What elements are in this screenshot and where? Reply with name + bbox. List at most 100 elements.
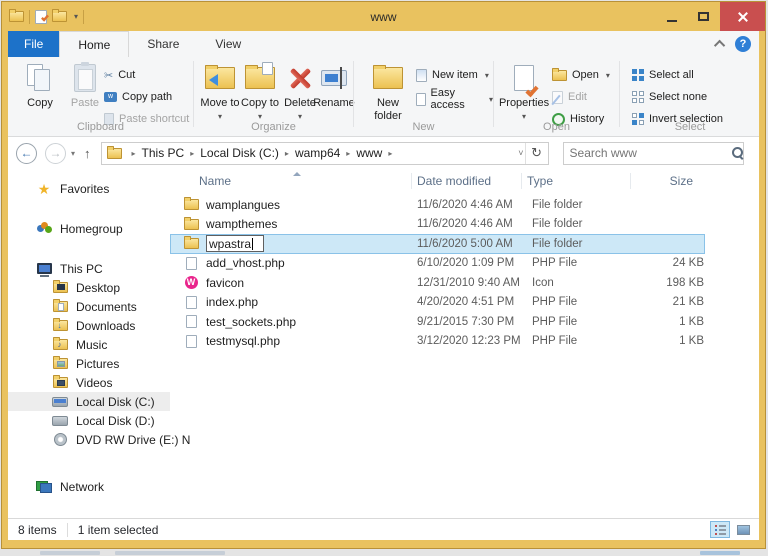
thumbnails-view-icon <box>736 524 750 535</box>
background-text-smudge <box>115 551 225 555</box>
new-folder-button[interactable]: New folder <box>366 62 410 122</box>
file-list: Name Date modified Type Size wamplangues… <box>170 169 759 518</box>
properties-quick-icon[interactable] <box>35 9 49 24</box>
new-folder-quick-icon[interactable] <box>52 9 67 22</box>
ribbon-group-open: Properties ▾ Open ▾ Edit History Open <box>494 57 619 136</box>
window-controls <box>657 2 765 31</box>
rename-input[interactable]: wpastra <box>206 235 264 253</box>
cut-icon: ✂ <box>104 69 114 82</box>
recent-locations-icon[interactable]: ▾ <box>71 149 75 158</box>
column-header-type[interactable]: Type <box>521 173 630 189</box>
file-row-testmysql[interactable]: testmysql.php 3/12/2020 12:23 PM PHP Fil… <box>170 332 705 352</box>
breadcrumb-local-disk-c[interactable]: Local Disk (C:) <box>200 146 279 160</box>
thumbnails-view-button[interactable] <box>733 521 753 538</box>
delete-icon <box>288 66 312 90</box>
close-button[interactable] <box>720 2 765 31</box>
sidebar-item-documents[interactable]: Documents <box>8 297 170 316</box>
new-folder-icon <box>373 65 403 89</box>
address-dropdown-icon[interactable]: ˅ <box>518 143 523 164</box>
background-text-smudge <box>700 551 740 555</box>
details-view-button[interactable] <box>710 521 730 538</box>
breadcrumb-this-pc[interactable]: This PC <box>142 146 185 160</box>
select-all-button[interactable]: Select all <box>632 65 694 85</box>
sidebar-item-this-pc[interactable]: This PC <box>8 259 170 278</box>
sort-ascending-icon <box>293 172 301 176</box>
sidebar-item-videos[interactable]: Videos <box>8 373 170 392</box>
file-row-wampthemes[interactable]: wampthemes 11/6/2020 4:46 AM File folder <box>170 215 705 235</box>
ribbon: Copy Paste ✂ Cut w Copy path Paste short… <box>8 57 759 137</box>
easy-access-button[interactable]: Easy access ▾ <box>416 87 493 111</box>
details-view-icon <box>714 524 726 535</box>
tab-file[interactable]: File <box>8 31 60 57</box>
copy-button[interactable]: Copy <box>18 62 62 110</box>
qat-dropdown-icon[interactable]: ▾ <box>74 12 78 21</box>
help-icon[interactable]: ? <box>735 36 751 52</box>
back-button[interactable]: ← <box>16 142 37 164</box>
breadcrumb-wamp64[interactable]: wamp64 <box>295 146 340 160</box>
sidebar-item-music[interactable]: ♪ Music <box>8 335 170 354</box>
breadcrumb-www[interactable]: www <box>356 146 382 160</box>
sidebar-item-homegroup[interactable]: Homegroup <box>8 219 170 238</box>
column-header-date-modified[interactable]: Date modified <box>411 173 526 189</box>
sidebar-item-dvd-drive[interactable]: DVD RW Drive (E:) N <box>8 430 190 449</box>
select-all-icon <box>632 69 644 81</box>
breadcrumb-separator: ▸ <box>131 148 136 158</box>
group-label-open: Open <box>543 121 570 133</box>
cut-button[interactable]: ✂ Cut <box>104 65 135 85</box>
group-label-clipboard: Clipboard <box>76 121 125 133</box>
forward-icon: → <box>49 146 62 160</box>
file-row-test-sockets[interactable]: test_sockets.php 9/21/2015 7:30 PM PHP F… <box>170 312 705 332</box>
maximize-button[interactable] <box>686 2 720 31</box>
edit-button[interactable]: Edit <box>552 87 587 107</box>
ribbon-group-clipboard: Copy Paste ✂ Cut w Copy path Paste short… <box>8 57 193 136</box>
paste-button[interactable]: Paste <box>63 62 107 110</box>
edit-icon <box>552 90 563 104</box>
minimize-button[interactable] <box>657 2 686 31</box>
item-count: 8 items <box>18 522 57 537</box>
sidebar-item-local-disk-d[interactable]: Local Disk (D:) <box>8 411 170 430</box>
window-content: File Home Share View ? Copy Paste ✂ Cut … <box>8 31 759 540</box>
file-row-index[interactable]: index.php 4/20/2020 4:51 PM PHP File 21 … <box>170 293 705 313</box>
qat-separator-2 <box>83 9 85 24</box>
tab-home[interactable]: Home <box>59 31 130 57</box>
desktop-icon <box>52 280 68 293</box>
open-button[interactable]: Open ▾ <box>552 65 610 85</box>
sidebar-item-desktop[interactable]: Desktop <box>8 278 170 297</box>
up-button[interactable]: ↑ <box>84 146 91 161</box>
forward-button[interactable]: → <box>45 142 66 164</box>
sidebar-item-local-disk-c[interactable]: Local Disk (C:) <box>8 392 170 411</box>
copy-to-button[interactable]: Copy to ▾ <box>240 62 280 122</box>
move-to-button[interactable]: Move to ▾ <box>200 62 240 122</box>
tab-view[interactable]: View <box>197 31 259 57</box>
search-icon[interactable] <box>731 146 743 160</box>
new-item-button[interactable]: New item ▾ <box>416 65 489 85</box>
file-row-favicon[interactable]: Wfavicon 12/31/2010 9:40 AM Icon 198 KB <box>170 273 705 293</box>
copy-path-button[interactable]: w Copy path <box>104 87 172 107</box>
computer-icon <box>36 263 52 277</box>
sidebar-item-downloads[interactable]: ↓ Downloads <box>8 316 170 335</box>
back-icon: ← <box>20 146 33 160</box>
search-input[interactable] <box>563 146 731 160</box>
properties-button[interactable]: Properties ▾ <box>499 62 549 122</box>
column-header-size[interactable]: Size <box>630 173 693 189</box>
rename-button[interactable]: Rename <box>312 62 356 110</box>
folder-icon <box>183 236 199 250</box>
refresh-button[interactable]: ↻ <box>524 142 548 164</box>
videos-icon <box>52 375 68 388</box>
select-none-button[interactable]: Select none <box>632 87 707 107</box>
sidebar-item-pictures[interactable]: Pictures <box>8 354 170 373</box>
file-row-add-vhost[interactable]: add_vhost.php 6/10/2020 1:09 PM PHP File… <box>170 254 705 274</box>
php-file-icon <box>185 315 197 329</box>
homegroup-icon <box>36 222 52 235</box>
file-row-wamplangues[interactable]: wamplangues 11/6/2020 4:46 AM File folde… <box>170 195 705 215</box>
file-row-wpastra-selected[interactable]: wpastra 11/6/2020 5:00 AM File folder <box>170 234 705 254</box>
title-bar[interactable]: ▾ www <box>2 2 765 31</box>
sidebar-item-favorites[interactable]: ★ Favorites <box>8 179 170 198</box>
minimize-icon <box>666 19 677 22</box>
rename-icon <box>321 67 347 89</box>
easy-access-icon <box>416 92 426 106</box>
search-box[interactable] <box>562 141 744 165</box>
address-bar[interactable]: ▸ This PC ▸ Local Disk (C:) ▸ wamp64 ▸ w… <box>100 141 549 165</box>
sidebar-item-network[interactable]: Network <box>8 477 170 496</box>
tab-share[interactable]: Share <box>129 31 197 57</box>
